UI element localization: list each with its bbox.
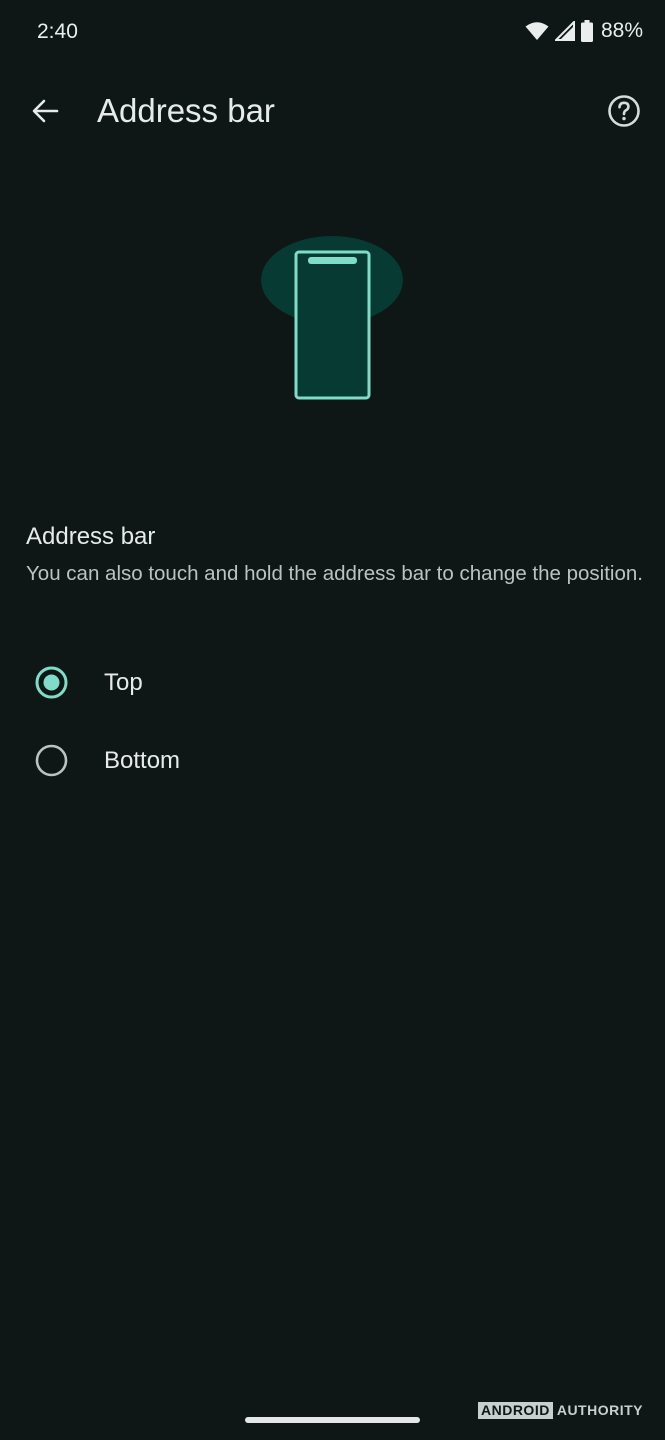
back-button[interactable]: [20, 88, 70, 138]
watermark-text: AUTHORITY: [556, 1402, 643, 1418]
status-time: 2:40: [37, 20, 78, 43]
arrow-back-icon: [31, 97, 59, 130]
phone-address-bar-top-illustration: [250, 228, 415, 408]
watermark-box-text: ANDROID: [477, 1402, 553, 1419]
watermark: ANDROID AUTHORITY: [477, 1402, 643, 1419]
app-bar: Address bar: [0, 76, 665, 148]
battery-icon: [580, 20, 593, 42]
help-circle-icon: [607, 94, 641, 133]
page-title: Address bar: [97, 92, 275, 129]
cell-signal-icon: [554, 21, 575, 41]
radio-selected-icon[interactable]: [35, 666, 68, 699]
help-button[interactable]: [599, 88, 649, 138]
status-icons: 88%: [525, 19, 643, 43]
radio-unselected-icon[interactable]: [35, 744, 68, 777]
section-description: You can also touch and hold the address …: [26, 562, 643, 585]
section-title: Address bar: [26, 523, 156, 550]
status-bar: 2:40 88%: [0, 0, 665, 66]
radio-option-top[interactable]: Top: [0, 646, 665, 720]
radio-label-top: Top: [104, 669, 143, 696]
battery-percent: 88%: [600, 19, 643, 42]
radio-option-bottom[interactable]: Bottom: [0, 724, 665, 798]
wifi-icon: [525, 21, 549, 41]
gesture-nav-handle[interactable]: [245, 1417, 420, 1423]
radio-label-bottom: Bottom: [104, 747, 181, 774]
